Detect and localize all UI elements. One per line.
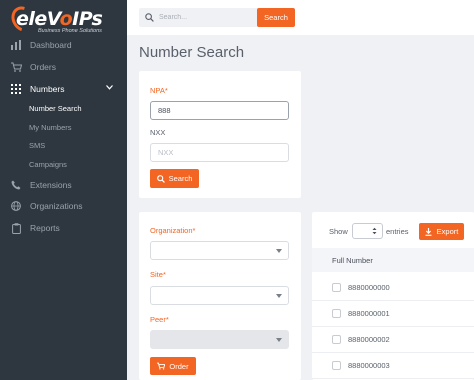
- export-button[interactable]: Export: [419, 223, 464, 240]
- sidebar: eleVoIPs Business Phone Solutions Dashbo…: [0, 0, 127, 380]
- sidebar-subitem-number-search[interactable]: Number Search: [29, 100, 82, 116]
- peer-label: Peer*: [150, 315, 169, 324]
- site-select[interactable]: [150, 286, 289, 305]
- column-header-full-number[interactable]: Full Number: [312, 248, 474, 272]
- sidebar-item-orders[interactable]: Orders: [0, 57, 127, 77]
- organization-label: Organization*: [150, 226, 196, 235]
- global-search: [139, 8, 258, 27]
- page-title: Number Search: [139, 44, 245, 61]
- sidebar-item-extensions[interactable]: Extensions: [0, 175, 127, 195]
- brand-logo[interactable]: eleVoIPs Business Phone Solutions: [6, 2, 120, 36]
- search-icon: [145, 13, 154, 22]
- row-checkbox[interactable]: [332, 309, 341, 318]
- cart-icon: [10, 61, 22, 73]
- sidebar-item-dashboard[interactable]: Dashboard: [0, 35, 127, 55]
- site-label: Site*: [150, 270, 166, 279]
- table-row: 8880000001: [312, 301, 474, 327]
- phone-icon: [10, 179, 22, 191]
- global-search-button[interactable]: Search: [257, 8, 295, 27]
- order-button[interactable]: Order: [150, 357, 196, 375]
- bar-chart-icon: [10, 39, 22, 51]
- npa-label: NPA*: [150, 86, 168, 95]
- search-icon: [156, 174, 165, 183]
- npa-input[interactable]: 888: [150, 101, 289, 120]
- nxx-input[interactable]: NXX: [150, 143, 289, 162]
- table-row: 8880000000: [312, 275, 474, 301]
- table-row: 8880000003: [312, 353, 474, 379]
- caret-down-icon: [276, 294, 282, 298]
- show-label: Show: [329, 227, 348, 236]
- grid-icon: [10, 83, 22, 95]
- caret-down-icon: [276, 249, 282, 253]
- sidebar-subitem-sms[interactable]: SMS: [29, 137, 45, 153]
- entries-label: entries: [386, 227, 409, 236]
- sort-arrows-icon: [372, 227, 377, 237]
- peer-select[interactable]: [150, 330, 289, 349]
- cart-icon: [157, 362, 166, 370]
- entries-select[interactable]: [352, 223, 383, 239]
- brand-tagline: Business Phone Solutions: [38, 28, 102, 34]
- caret-down-icon: [276, 338, 282, 342]
- npa-search-button[interactable]: Search: [150, 169, 199, 188]
- sidebar-item-numbers[interactable]: Numbers: [0, 79, 127, 99]
- row-checkbox[interactable]: [332, 335, 341, 344]
- clipboard-icon: [10, 222, 22, 234]
- organization-select[interactable]: [150, 241, 289, 260]
- sidebar-item-organizations[interactable]: Organizations: [0, 196, 127, 216]
- sidebar-item-reports[interactable]: Reports: [0, 218, 127, 238]
- global-search-input[interactable]: [159, 14, 249, 21]
- row-checkbox[interactable]: [332, 361, 341, 370]
- chevron-down-icon: [106, 83, 113, 92]
- top-bar: Search: [127, 0, 474, 35]
- nxx-label: NXX: [150, 128, 166, 137]
- sidebar-subitem-campaigns[interactable]: Campaigns: [29, 156, 67, 172]
- globe-icon: [10, 200, 22, 212]
- table-row: 8880000002: [312, 327, 474, 353]
- download-icon: [425, 227, 432, 236]
- row-checkbox[interactable]: [332, 283, 341, 292]
- sidebar-subitem-my-numbers[interactable]: My Numbers: [29, 119, 72, 135]
